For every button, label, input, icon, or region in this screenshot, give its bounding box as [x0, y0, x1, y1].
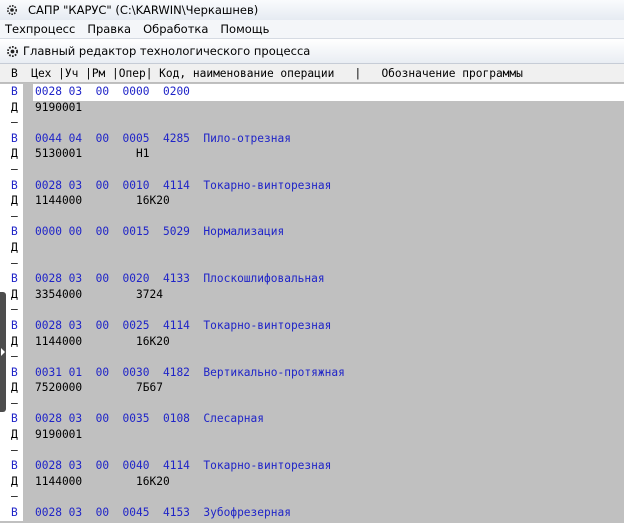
separator-row[interactable]: – — [0, 302, 624, 318]
detail-row[interactable]: Д 1144000 16К20 — [0, 333, 624, 350]
detail-row[interactable]: Д 5130001 Н1 — [0, 146, 624, 162]
separator-row[interactable]: – — [0, 115, 624, 131]
operation-row[interactable]: В 0028 03 00 0010 4114 Токарно-винторезна… — [0, 177, 624, 194]
separator-row[interactable]: – — [0, 489, 624, 506]
operation-row[interactable]: В 0000 00 00 0015 5029 Нормализация — [0, 224, 624, 240]
row-marker: В — [0, 224, 23, 240]
detail-row[interactable]: Д — [0, 239, 624, 256]
row-text: 9190001 — [35, 428, 83, 442]
detail-row[interactable]: Д 1144000 16К20 — [0, 193, 624, 209]
row-marker: В — [0, 130, 23, 147]
row-text: 3354000 3724 — [35, 287, 163, 301]
app-gear-icon[interactable] — [6, 4, 18, 16]
row-marker: В — [0, 84, 23, 100]
menu-item-edit[interactable]: Правка — [81, 22, 137, 36]
separator-row[interactable]: – — [0, 395, 624, 412]
row-marker: В — [0, 411, 23, 428]
detail-row[interactable]: Д 9190001 — [0, 427, 624, 443]
menu-item-help[interactable]: Помощь — [214, 22, 275, 36]
row-marker: – — [0, 442, 23, 459]
row-text: 0028 03 00 0010 4114 Токарно-винторезная — [35, 178, 332, 192]
operation-row[interactable]: В 0044 04 00 0005 4285 Пило-отрезная — [0, 130, 624, 147]
row-text: 0000 00 00 0015 5029 Нормализация — [35, 225, 285, 239]
editor-gear-icon[interactable] — [5, 44, 19, 58]
detail-row[interactable]: Д 3354000 3724 — [0, 286, 624, 303]
row-marker: – — [0, 208, 23, 225]
separator-row[interactable]: – — [0, 161, 624, 178]
row-text: 1144000 16К20 — [35, 334, 170, 348]
column-header: В Цех |Уч |Рм |Опер| Код, наименование о… — [0, 64, 624, 83]
separator-row[interactable]: – — [0, 255, 624, 272]
menu-bar: Техпроцесс Правка Обработка Помощь — [0, 20, 624, 39]
row-marker: Д — [0, 99, 23, 116]
row-text: 1144000 16К20 — [35, 194, 170, 208]
separator-row[interactable]: – — [0, 442, 624, 459]
row-marker: – — [0, 115, 23, 131]
row-marker: – — [0, 489, 23, 506]
row-text: 0044 04 00 0005 4285 Пило-отрезная — [35, 131, 291, 145]
detail-row[interactable]: Д 7520000 7Б67 — [0, 380, 624, 396]
row-text: 0028 03 00 0025 4114 Токарно-винторезная — [35, 318, 332, 332]
row-marker: Д — [0, 239, 23, 256]
expand-arrow-icon[interactable] — [1, 348, 5, 356]
operation-row[interactable]: В 0028 03 00 0000 0200 — [0, 84, 624, 101]
row-marker: Д — [0, 427, 23, 443]
row-marker: – — [0, 255, 23, 272]
operation-row[interactable]: В 0028 03 00 0020 4133 Плоскошлифовальная — [0, 271, 624, 287]
menu-item-techprocess[interactable]: Техпроцесс — [0, 22, 81, 36]
detail-row[interactable]: Д 9190001 — [0, 99, 624, 116]
process-editor-window: Главный редактор технологического процес… — [0, 39, 624, 523]
row-text: 9190001 — [35, 100, 83, 114]
row-text: 7520000 7Б67 — [35, 381, 163, 395]
operation-row[interactable]: В 0028 03 00 0035 0108 Слесарная — [0, 411, 624, 428]
editor-title: Главный редактор технологического процес… — [23, 44, 311, 58]
row-marker: В — [0, 271, 23, 287]
operation-row[interactable]: В 0028 03 00 0045 4153 Зубофрезерная — [0, 505, 624, 521]
row-marker: В — [0, 458, 23, 474]
operations-grid[interactable]: В 0028 03 00 0000 0200 Д 9190001– В 0044 04 0… — [0, 84, 624, 523]
menu-item-processing[interactable]: Обработка — [137, 22, 214, 36]
row-text: 5130001 Н1 — [35, 147, 150, 161]
row-marker: – — [0, 161, 23, 178]
separator-row[interactable]: – — [0, 349, 624, 365]
app-titlebar: САПР "КАРУС" (C:\KARWIN\Черкашнев) — [0, 0, 624, 20]
row-marker: Д — [0, 146, 23, 162]
row-marker: Д — [0, 473, 23, 490]
operation-row[interactable]: В 0031 01 00 0030 4182 Вертикально-протяж… — [0, 364, 624, 381]
operation-row[interactable]: В 0028 03 00 0025 4114 Токарно-винторезна… — [0, 317, 624, 334]
row-text: 0028 03 00 0040 4114 Токарно-винторезная — [35, 459, 332, 473]
row-text: 0028 03 00 0000 0200 — [33, 84, 624, 101]
row-text: 0028 03 00 0020 4133 Плоскошлифовальная — [35, 272, 325, 286]
row-marker: Д — [0, 193, 23, 209]
row-text: 1144000 16К20 — [35, 474, 170, 488]
row-text: 0028 03 00 0035 0108 Слесарная — [35, 412, 265, 426]
operation-row[interactable]: В 0028 03 00 0040 4114 Токарно-винторезна… — [0, 458, 624, 474]
row-text: 0028 03 00 0045 4153 Зубофрезерная — [35, 506, 291, 520]
app-title: САПР "КАРУС" (C:\KARWIN\Черкашнев) — [28, 3, 259, 17]
editor-titlebar: Главный редактор технологического процес… — [0, 39, 624, 64]
separator-row[interactable]: – — [0, 208, 624, 225]
row-marker: В — [0, 505, 23, 521]
detail-row[interactable]: Д 1144000 16К20 — [0, 473, 624, 490]
row-marker: В — [0, 177, 23, 194]
row-text: 0031 01 00 0030 4182 Вертикально-протяжн… — [35, 365, 345, 379]
